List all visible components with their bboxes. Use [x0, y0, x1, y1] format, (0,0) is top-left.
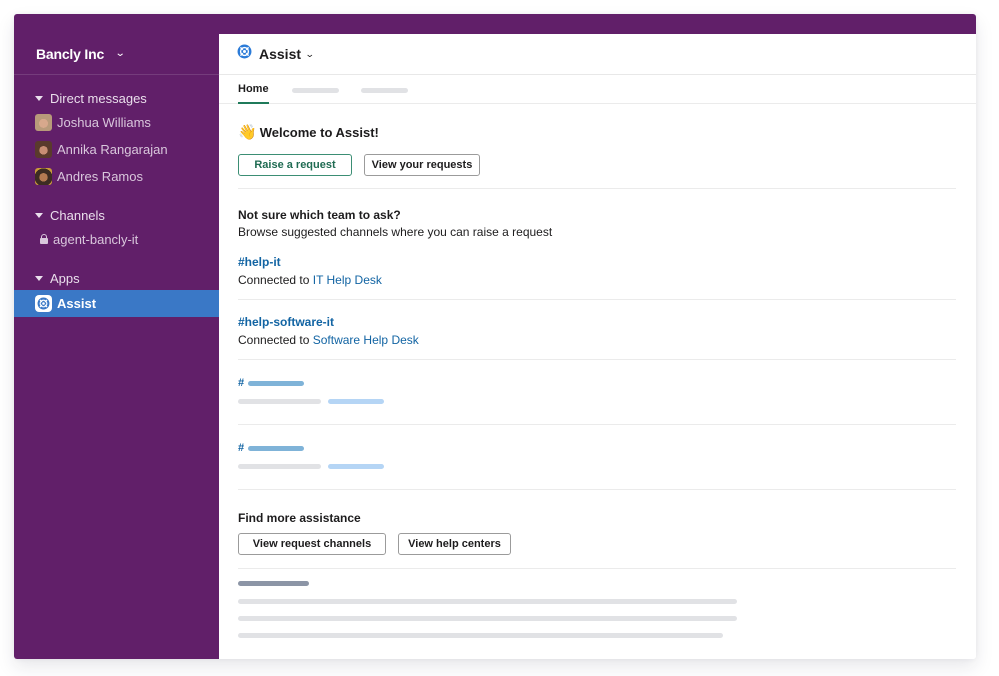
tab-placeholder[interactable]: [360, 88, 408, 93]
home-content: 👋 Welcome to Assist! Raise a request Vie…: [219, 123, 976, 638]
app-window: Bancly Inc ⌄ Direct messages Joshua Will…: [14, 14, 976, 659]
tab-home[interactable]: Home: [238, 75, 269, 104]
caret-down-icon: [35, 212, 43, 218]
suggest-heading: Not sure which team to ask?: [238, 208, 401, 222]
avatar: [35, 114, 52, 131]
workspace-switcher[interactable]: Bancly Inc ⌄: [14, 34, 219, 75]
skeleton-line: [238, 599, 737, 604]
title-bar: [14, 14, 976, 34]
skeleton-line: [238, 616, 737, 621]
caret-down-icon: [35, 275, 43, 281]
lock-icon: [39, 234, 49, 245]
sidebar-item-label: Andres Ramos: [57, 169, 143, 184]
skeleton-title: [238, 581, 309, 586]
main-panel: Assist ⌄ Home 👋 Welcome to Assist! Raise…: [219, 34, 976, 659]
view-request-channels-button[interactable]: View request channels: [238, 533, 386, 555]
welcome-text: Welcome to Assist!: [259, 124, 379, 140]
avatar: [35, 168, 52, 185]
section-title: Direct messages: [50, 90, 147, 106]
tab-placeholder[interactable]: [291, 88, 339, 93]
lifebuoy-icon: [237, 44, 252, 64]
placeholder-link[interactable]: [328, 399, 384, 404]
section-direct-messages: Direct messages Joshua Williams Annika R…: [14, 87, 219, 190]
sidebar-item-andres-ramos[interactable]: Andres Ramos: [14, 163, 219, 190]
section-apps: Apps Assist: [14, 267, 219, 317]
hash-icon: #: [238, 442, 245, 454]
placeholder-text: [238, 464, 321, 469]
section-toggle-apps[interactable]: Apps: [14, 267, 219, 289]
placeholder-channel-name[interactable]: [248, 380, 305, 386]
section-toggle-direct-messages[interactable]: Direct messages: [14, 87, 219, 109]
welcome-heading: 👋 Welcome to Assist!: [238, 123, 956, 141]
help-desk-link[interactable]: IT Help Desk: [313, 273, 382, 287]
section-channels: Channels agent-bancly-it: [14, 204, 219, 253]
raise-request-button[interactable]: Raise a request: [238, 154, 352, 176]
app-header: Assist ⌄: [219, 34, 976, 75]
section-toggle-channels[interactable]: Channels: [14, 204, 219, 226]
channel-link[interactable]: #help-software-it: [238, 315, 956, 329]
connected-prefix: Connected to: [238, 273, 310, 287]
avatar: [35, 141, 52, 158]
tab-bar: Home: [219, 75, 976, 104]
sidebar-item-joshua-williams[interactable]: Joshua Williams: [14, 109, 219, 136]
chevron-down-icon[interactable]: ⌄: [305, 49, 315, 60]
primary-actions: Raise a request View your requests: [238, 154, 956, 176]
sidebar-item-annika-rangarajan[interactable]: Annika Rangarajan: [14, 136, 219, 163]
placeholder-channel: #: [238, 425, 956, 489]
channel-link[interactable]: #help-it: [238, 255, 956, 269]
suggest-text: Browse suggested channels where you can …: [238, 225, 553, 239]
app-title[interactable]: Assist: [259, 46, 301, 62]
connected-prefix: Connected to: [238, 333, 310, 347]
loading-skeleton: [238, 569, 956, 638]
find-more-section: Find more assistance View request channe…: [238, 490, 956, 555]
placeholder-text: [238, 399, 321, 404]
sidebar-item-assist[interactable]: Assist: [14, 290, 219, 317]
chevron-down-icon: ⌄: [114, 47, 126, 59]
find-more-actions: View request channels View help centers: [238, 533, 956, 555]
caret-down-icon: [35, 95, 43, 101]
section-title: Apps: [50, 270, 80, 286]
divider: [238, 188, 956, 189]
sidebar-item-label: Assist: [57, 296, 97, 311]
help-desk-link[interactable]: Software Help Desk: [313, 333, 419, 347]
suggested-channel: #help-it Connected to IT Help Desk: [238, 239, 956, 299]
skeleton-line: [238, 633, 723, 638]
placeholder-channel-name[interactable]: [248, 445, 305, 451]
view-your-requests-button[interactable]: View your requests: [364, 154, 480, 176]
sidebar-item-agent-bancly-it[interactable]: agent-bancly-it: [14, 226, 219, 253]
sidebar: Bancly Inc ⌄ Direct messages Joshua Will…: [14, 34, 219, 659]
connected-line: Connected to IT Help Desk: [238, 273, 956, 287]
sidebar-item-label: Annika Rangarajan: [57, 142, 168, 157]
connected-line: Connected to Software Help Desk: [238, 333, 956, 347]
workspace-name: Bancly Inc: [36, 46, 105, 62]
waving-hand-icon: 👋: [238, 124, 257, 141]
sidebar-item-label: agent-bancly-it: [53, 232, 139, 247]
suggested-channel: #help-software-it Connected to Software …: [238, 300, 956, 359]
hash-icon: #: [238, 377, 245, 389]
find-more-heading: Find more assistance: [238, 511, 361, 525]
sidebar-item-label: Joshua Williams: [57, 115, 151, 130]
view-help-centers-button[interactable]: View help centers: [398, 533, 511, 555]
section-title: Channels: [50, 207, 105, 223]
lifebuoy-icon: [35, 295, 52, 312]
placeholder-link[interactable]: [328, 464, 384, 469]
placeholder-channel: #: [238, 360, 956, 424]
